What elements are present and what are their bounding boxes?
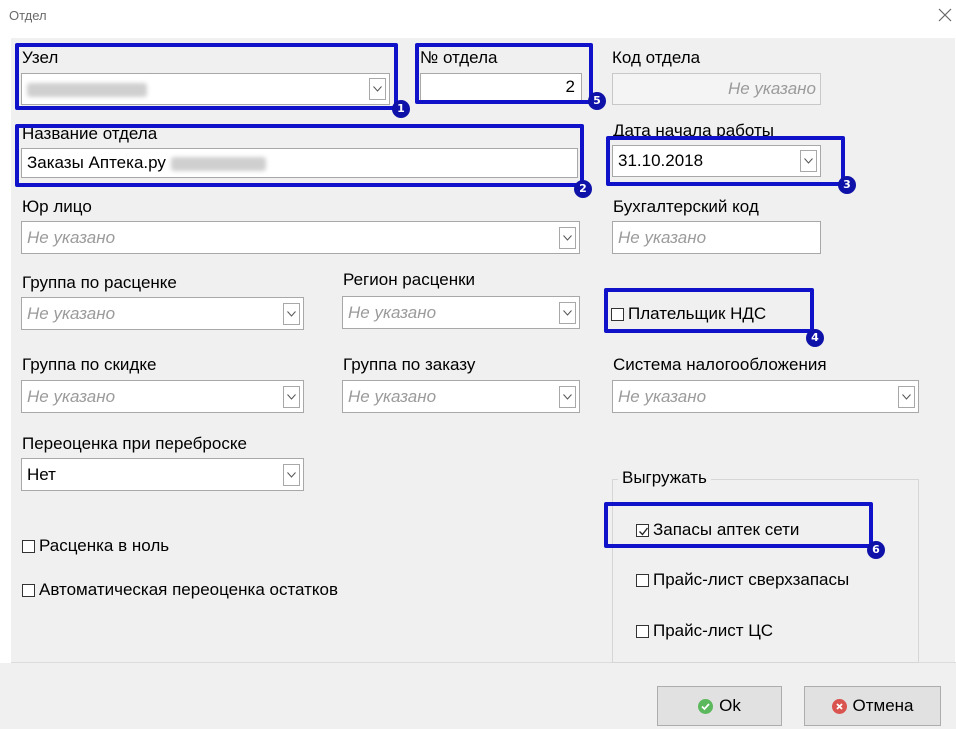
chevron-down-icon[interactable] xyxy=(283,302,300,325)
node-value-redacted xyxy=(27,79,147,99)
chevron-down-icon[interactable] xyxy=(559,301,576,324)
ok-button[interactable]: Ok xyxy=(657,686,782,726)
start-date-label: Дата начала работы xyxy=(613,121,774,140)
order-group-label: Группа по заказу xyxy=(343,355,476,374)
dept-name-value: Заказы Аптека.ру xyxy=(27,153,166,172)
dept-number-input[interactable]: 2 xyxy=(420,73,582,101)
vat-payer-checkbox[interactable]: Плательщик НДС xyxy=(611,304,766,324)
revaluation-label: Переоценка при переброске xyxy=(22,434,247,453)
start-date-picker[interactable]: 31.10.2018 xyxy=(612,145,821,177)
chevron-down-icon[interactable] xyxy=(559,385,576,408)
accounting-code-input[interactable]: Не указано xyxy=(612,221,821,254)
dept-code-placeholder: Не указано xyxy=(727,79,816,98)
dept-number-label: № отдела xyxy=(420,48,498,67)
export-stock-checkbox[interactable]: Запасы аптек сети xyxy=(636,520,799,540)
pricing-group-placeholder: Не указано xyxy=(27,303,116,323)
tax-system-placeholder: Не указано xyxy=(618,386,707,406)
export-surplus-label: Прайс-лист сверхзапасы xyxy=(653,570,850,589)
ok-label: Ok xyxy=(719,696,741,715)
export-cs-label: Прайс-лист ЦС xyxy=(653,621,774,640)
chevron-down-icon[interactable] xyxy=(559,226,576,249)
node-select[interactable] xyxy=(21,73,390,105)
close-icon[interactable] xyxy=(936,6,954,24)
chevron-down-icon[interactable] xyxy=(369,78,386,100)
checkbox-box[interactable] xyxy=(636,573,649,587)
dept-name-value-wrap: Заказы Аптека.ру xyxy=(27,153,266,173)
pricing-region-select[interactable]: Не указано xyxy=(342,296,580,329)
export-cs-checkbox[interactable]: Прайс-лист ЦС xyxy=(636,621,773,641)
annotation-badge-6: 6 xyxy=(867,541,885,559)
pricing-group-label: Группа по расценке xyxy=(22,273,177,292)
tax-system-select[interactable]: Не указано xyxy=(612,380,919,413)
pricing-region-label: Регион расценки xyxy=(343,270,476,289)
annotation-badge-2: 2 xyxy=(574,180,592,198)
auto-revaluation-checkbox[interactable]: Автоматическая переоценка остатков xyxy=(22,580,338,600)
checkbox-box[interactable] xyxy=(611,307,624,321)
export-legend: Выгружать xyxy=(618,468,711,488)
legal-entity-select[interactable]: Не указано xyxy=(21,221,580,254)
checkbox-box[interactable] xyxy=(636,523,649,537)
dept-code-input[interactable]: Не указано xyxy=(612,73,821,105)
discount-group-select[interactable]: Не указано xyxy=(21,380,304,413)
node-label: Узел xyxy=(22,48,59,67)
checkbox-box[interactable] xyxy=(22,583,35,597)
check-icon xyxy=(639,527,649,536)
checkbox-box[interactable] xyxy=(22,539,35,553)
export-surplus-checkbox[interactable]: Прайс-лист сверхзапасы xyxy=(636,570,849,590)
dept-number-value: 2 xyxy=(565,77,575,96)
annotation-badge-3: 3 xyxy=(838,176,856,194)
cancel-button[interactable]: Отмена xyxy=(804,686,941,726)
tax-system-label: Система налогообложения xyxy=(613,355,827,374)
annotation-badge-1: 1 xyxy=(392,100,410,118)
accounting-code-label: Бухгалтерский код xyxy=(613,197,759,216)
chevron-down-icon[interactable] xyxy=(283,463,300,486)
window-title: Отдел xyxy=(9,8,47,23)
discount-group-placeholder: Не указано xyxy=(27,386,116,406)
revaluation-value: Нет xyxy=(27,464,56,484)
zero-pricing-label: Расценка в ноль xyxy=(39,536,170,555)
order-group-select[interactable]: Не указано xyxy=(342,380,580,413)
x-circle-icon xyxy=(831,698,847,714)
checkbox-box[interactable] xyxy=(636,624,649,638)
order-group-placeholder: Не указано xyxy=(348,386,437,406)
revaluation-select[interactable]: Нет xyxy=(21,458,304,491)
dept-name-label: Название отдела xyxy=(22,124,158,143)
pricing-region-placeholder: Не указано xyxy=(348,302,437,322)
export-stock-label: Запасы аптек сети xyxy=(653,520,800,539)
auto-revaluation-label: Автоматическая переоценка остатков xyxy=(39,580,339,599)
accounting-code-placeholder: Не указано xyxy=(618,227,707,247)
dept-name-input[interactable]: Заказы Аптека.ру xyxy=(21,148,578,178)
vat-payer-label: Плательщик НДС xyxy=(628,304,767,323)
dept-name-redacted xyxy=(170,156,266,171)
check-circle-icon xyxy=(698,698,714,714)
chevron-down-icon[interactable] xyxy=(800,150,817,172)
annotation-badge-5: 5 xyxy=(588,92,606,110)
zero-pricing-checkbox[interactable]: Расценка в ноль xyxy=(22,536,169,556)
chevron-down-icon[interactable] xyxy=(898,385,915,408)
annotation-badge-4: 4 xyxy=(806,329,824,347)
start-date-value: 31.10.2018 xyxy=(618,151,704,170)
cancel-label: Отмена xyxy=(852,696,914,715)
chevron-down-icon[interactable] xyxy=(283,385,300,408)
discount-group-label: Группа по скидке xyxy=(22,355,157,374)
pricing-group-select[interactable]: Не указано xyxy=(21,297,304,330)
legal-entity-label: Юр лицо xyxy=(22,197,92,216)
dept-code-label: Код отдела xyxy=(612,48,701,67)
legal-entity-placeholder: Не указано xyxy=(27,227,116,247)
